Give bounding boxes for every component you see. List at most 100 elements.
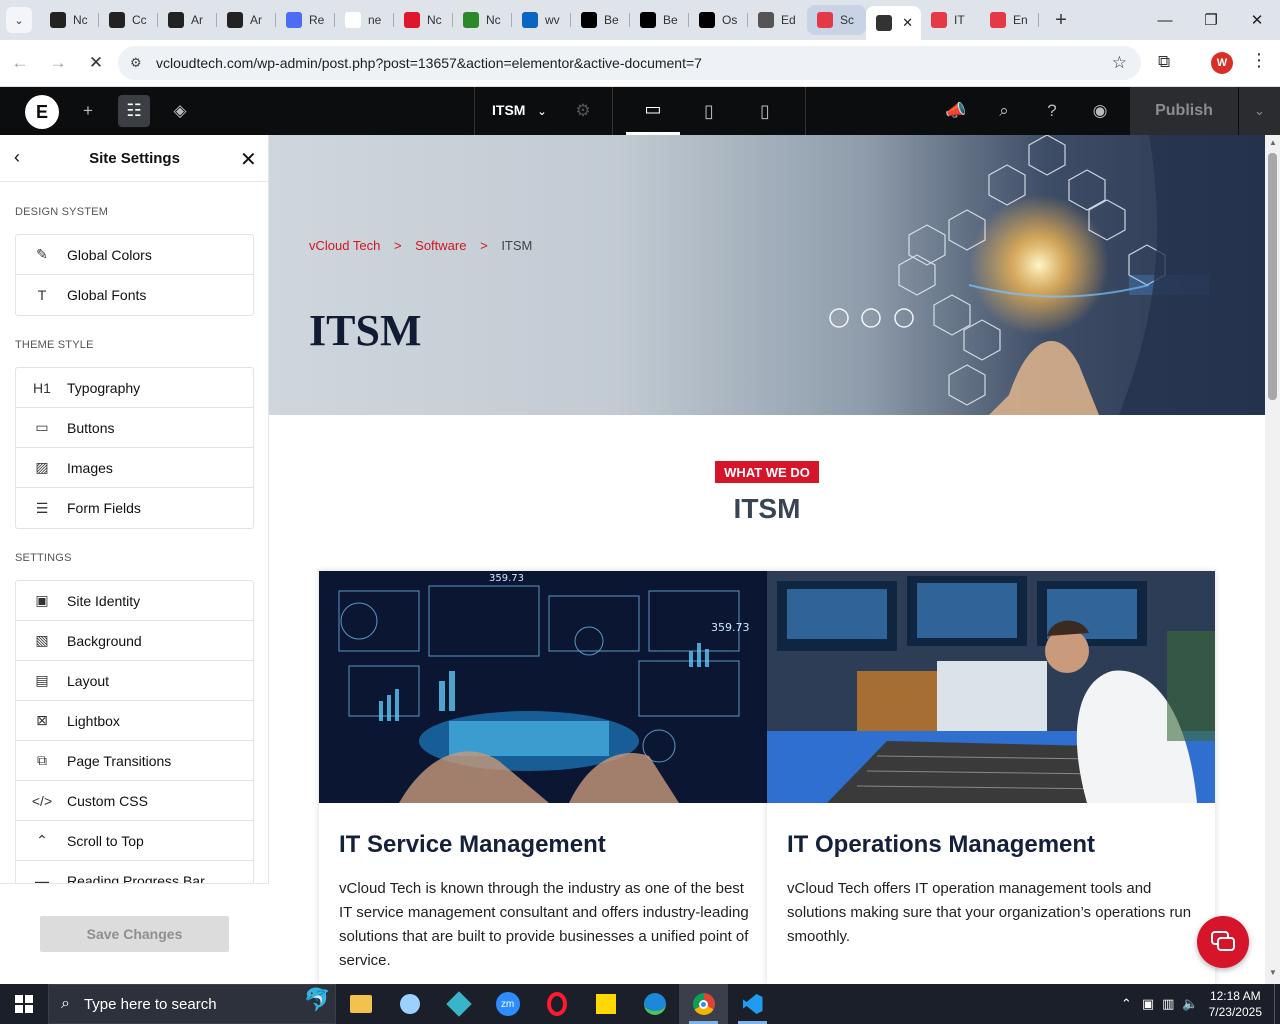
settings-item[interactable]: H1 Typography (16, 368, 253, 408)
card-it-operations-management[interactable]: IT Operations Management vCloud Tech off… (767, 571, 1215, 984)
structure-layers-icon[interactable]: ◈ (164, 95, 196, 127)
browser-tab[interactable]: Ar (217, 5, 276, 35)
settings-item[interactable]: T Global Fonts (16, 275, 253, 315)
close-tab-icon[interactable]: ✕ (902, 15, 913, 31)
browser-tab[interactable]: IT (921, 5, 980, 35)
browser-menu-icon[interactable]: ⋮ (1250, 50, 1268, 71)
back-button[interactable]: ← (2, 53, 38, 73)
settings-item[interactable]: ▤ Layout (16, 661, 253, 701)
tab-label: Nc (427, 13, 442, 27)
publish-options-chevron-icon[interactable]: ⌄ (1239, 87, 1280, 135)
preview-eye-icon[interactable]: ◉ (1084, 95, 1116, 127)
scroll-top-icon: ⌃ (36, 832, 48, 848)
desktop-view-icon[interactable]: ▭ (626, 87, 680, 135)
vscode-icon[interactable] (728, 984, 777, 1024)
browser-tab[interactable]: Re (276, 5, 335, 35)
tab-label: En (1013, 13, 1028, 27)
browser-tab[interactable]: Be (571, 5, 630, 35)
help-icon[interactable]: ? (1036, 95, 1068, 127)
app-gem-icon[interactable] (434, 984, 483, 1024)
background-icon: ▧ (35, 632, 49, 648)
windows-start-button[interactable] (0, 984, 48, 1024)
chrome-icon[interactable] (679, 984, 728, 1024)
minimize-button[interactable]: — (1142, 0, 1188, 40)
stop-loading-button[interactable]: ✕ (78, 53, 114, 73)
settings-item[interactable]: ✎ Global Colors (16, 235, 253, 275)
show-hidden-icons-chevron-icon[interactable]: ⌃ (1121, 996, 1132, 1012)
panel-header: ‹ Site Settings ✕ (0, 135, 269, 182)
paint-icon[interactable] (385, 984, 434, 1024)
chat-widget-button[interactable] (1197, 916, 1249, 968)
sticky-notes-icon[interactable] (581, 984, 630, 1024)
windows-taskbar: ⌕ Type here to search 🐬 zm ⌃ ▣ ▥ 🔈 12:18… (0, 984, 1280, 1024)
canvas-scrollbar[interactable]: ▲ ▼ (1265, 135, 1280, 984)
site-info-icon[interactable]: ⚙ (130, 55, 142, 71)
settings-item[interactable]: ▨ Images (16, 448, 253, 488)
edge-icon[interactable] (630, 984, 679, 1024)
browser-tab[interactable]: Nc (394, 5, 453, 35)
taskbar-search-box[interactable]: ⌕ Type here to search 🐬 (48, 984, 336, 1024)
browser-tab[interactable]: Be (630, 5, 689, 35)
tab-favicon-icon (876, 15, 892, 31)
settings-item[interactable]: ▭ Buttons (16, 408, 253, 448)
mobile-view-icon[interactable]: ▯ (738, 87, 792, 135)
new-tab-button[interactable]: + (1047, 9, 1075, 32)
page-settings-gear-icon[interactable]: ⚙ (567, 95, 599, 127)
browser-tab[interactable]: wv (512, 5, 571, 35)
settings-item[interactable]: ⊠ Lightbox (16, 701, 253, 741)
site-settings-icon[interactable]: ☷ (118, 95, 150, 127)
close-icon[interactable]: ✕ (240, 147, 257, 172)
show-desktop-button[interactable] (1274, 984, 1280, 1024)
settings-item-label: Layout (67, 672, 110, 689)
browser-tab[interactable]: Cc (99, 5, 158, 35)
clock-time: 12:18 AM (1209, 989, 1261, 1003)
profile-avatar[interactable]: W (1211, 52, 1233, 74)
taskbar-clock[interactable]: 12:18 AM 7/23/2025 (1209, 988, 1262, 1020)
close-window-button[interactable]: ✕ (1234, 0, 1280, 40)
zoom-icon[interactable]: zm (483, 984, 532, 1024)
settings-item[interactable]: ▧ Background (16, 621, 253, 661)
add-element-icon[interactable]: + (72, 95, 104, 127)
forward-button[interactable]: → (40, 53, 76, 73)
browser-tab[interactable]: Ed (748, 5, 807, 35)
notifications-megaphone-icon[interactable]: 📣 (940, 95, 972, 127)
extensions-icon[interactable]: ⧉ (1158, 52, 1170, 72)
settings-item[interactable]: ⧉ Page Transitions (16, 741, 253, 781)
publish-button[interactable]: Publish (1130, 87, 1238, 135)
settings-item[interactable]: ▣ Site Identity (16, 581, 253, 621)
network-icon[interactable]: ▥ (1162, 996, 1174, 1012)
browser-tab[interactable]: Nc (40, 5, 99, 35)
bookmark-star-icon[interactable]: ☆ (1112, 53, 1127, 73)
browser-tab[interactable]: Sc (807, 5, 866, 35)
browser-tab[interactable]: Ar (158, 5, 217, 35)
settings-item[interactable]: </> Custom CSS (16, 781, 253, 821)
chat-bubbles-icon (1211, 931, 1235, 951)
settings-item[interactable]: ⌃ Scroll to Top (16, 821, 253, 861)
address-bar[interactable]: ⚙ vcloudtech.com/wp-admin/post.php?post=… (118, 46, 1141, 80)
chevron-down-icon: ⌄ (537, 106, 547, 118)
file-explorer-icon[interactable] (336, 984, 385, 1024)
network-alert-icon[interactable]: ▣ (1142, 996, 1154, 1012)
settings-item-label: Lightbox (67, 712, 120, 729)
form-icon: ☰ (35, 499, 49, 516)
card-it-service-management[interactable]: 359.73 359.73 IT Service Management vClo… (319, 571, 767, 984)
browser-tab[interactable]: ✕ (866, 6, 921, 40)
settings-item[interactable]: ☰ Form Fields (16, 488, 253, 528)
browser-tab[interactable]: En (980, 5, 1039, 35)
restore-button[interactable]: ❐ (1188, 0, 1234, 40)
browser-tab[interactable]: ne (335, 5, 394, 35)
browser-tab[interactable]: Os (689, 5, 748, 35)
document-name[interactable]: ITSM ⌄ (492, 102, 547, 118)
breadcrumb-link-home[interactable]: vCloud Tech (309, 238, 380, 253)
breadcrumb-link-software[interactable]: Software (415, 238, 466, 253)
opera-icon[interactable] (532, 984, 581, 1024)
tab-search-button[interactable]: ⌄ (6, 7, 32, 33)
search-icon[interactable]: ⌕ (988, 95, 1020, 127)
volume-icon[interactable]: 🔈 (1182, 996, 1198, 1012)
tablet-view-icon[interactable]: ▯ (682, 87, 736, 135)
lightbox-icon: ⊠ (36, 712, 48, 728)
browser-tab[interactable]: Nc (453, 5, 512, 35)
settings-item-label: Buttons (67, 419, 115, 436)
elementor-logo-icon[interactable]: E (25, 95, 59, 129)
save-changes-button[interactable]: Save Changes (40, 916, 229, 952)
